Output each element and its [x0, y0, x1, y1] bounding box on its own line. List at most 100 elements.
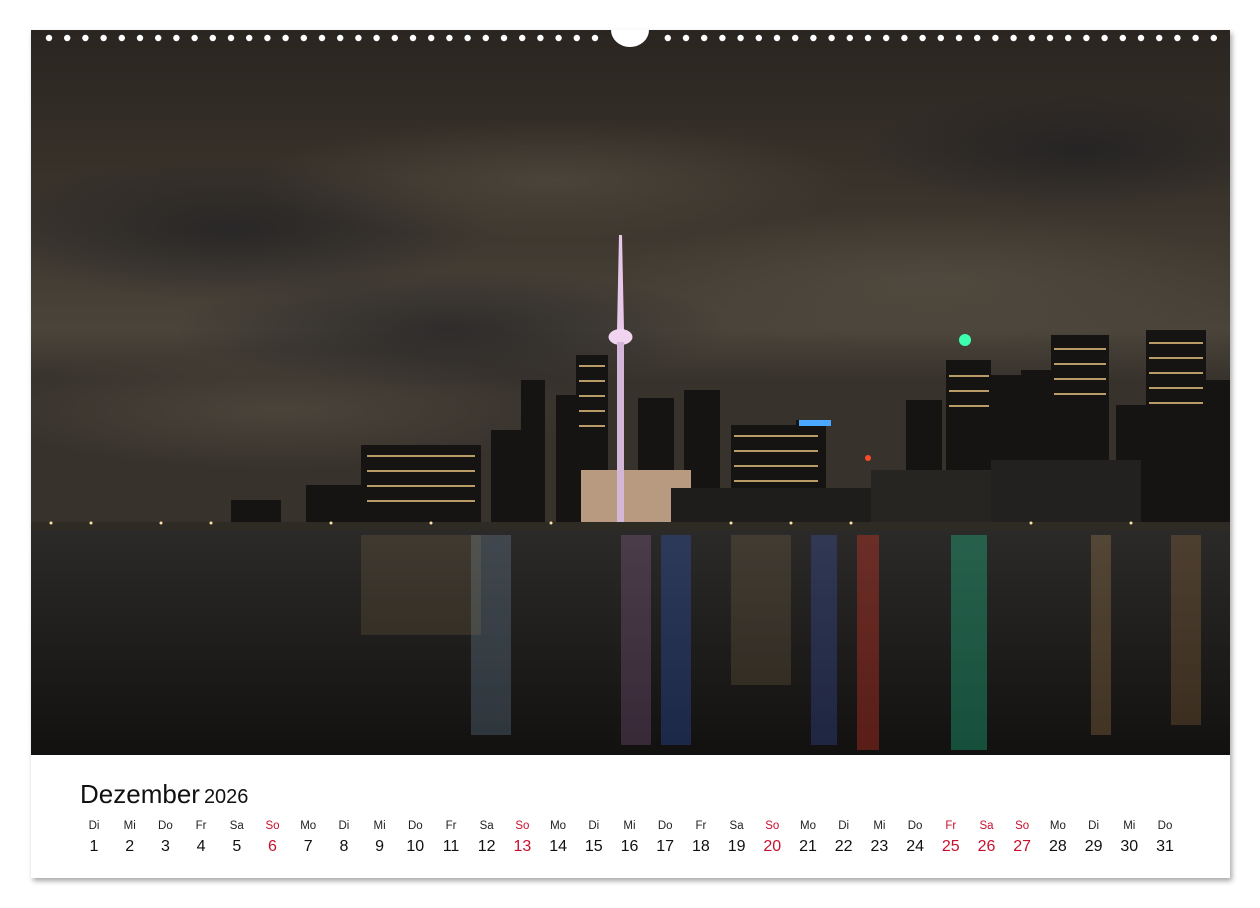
month-name: Dezember: [80, 779, 200, 809]
binding-hole: [1065, 34, 1072, 42]
binding-hole: [482, 34, 489, 42]
day-number: 27: [1013, 838, 1032, 855]
binding-hole: [100, 34, 107, 42]
day-number: 31: [1156, 838, 1174, 855]
spiral-binding: [45, 30, 1218, 47]
binding-hole: [919, 34, 926, 42]
weekday-label: Do: [158, 820, 173, 832]
day-cell: So 20: [754, 817, 790, 859]
binding-hole: [992, 34, 999, 42]
weekday-label: Do: [907, 820, 923, 832]
weekday-label: So: [515, 820, 530, 832]
day-number: 5: [232, 838, 242, 855]
weekday-label: Mo: [300, 820, 317, 832]
binding-hole: [519, 34, 526, 42]
binding-hole: [682, 34, 690, 42]
binding-hole: [719, 34, 726, 42]
day-cell: Di 8: [326, 817, 362, 859]
binding-hole: [1101, 34, 1108, 42]
binding-hole: [355, 34, 362, 42]
weekday-label: Di: [588, 820, 600, 832]
binding-hole: [792, 34, 799, 42]
weekday-label: Mi: [373, 820, 386, 832]
weekday-label: Di: [1088, 820, 1100, 832]
day-number: 3: [160, 838, 170, 855]
weekday-label: Fr: [445, 820, 457, 832]
binding-hole: [773, 34, 781, 42]
binding-hole: [446, 34, 453, 42]
binding-hole: [64, 34, 71, 42]
calendar-grid: Dezember 2026 Di 1 Mi 2 Do 3 Fr 4 Sa 5 So 6 Mo 7 Di 8 Mi 9…: [31, 755, 1230, 878]
weekday-label: Sa: [229, 820, 244, 832]
binding-hole: [373, 34, 380, 42]
weekday-label: Do: [407, 820, 423, 832]
binding-hole: [264, 34, 271, 42]
day-number: 15: [584, 838, 603, 855]
month-title: Dezember 2026: [80, 779, 248, 810]
day-number: 16: [620, 838, 639, 855]
day-cell: Sa 19: [719, 817, 755, 859]
binding-hole: [864, 34, 872, 42]
binding-hole: [1137, 34, 1145, 42]
city-skyline-photo: [31, 30, 1230, 755]
weekday-label: So: [1015, 820, 1030, 832]
binding-hole: [500, 34, 508, 42]
day-number: 21: [799, 838, 817, 855]
day-cell: Di 15: [576, 817, 612, 859]
binding-hole: [737, 34, 744, 42]
day-number: 20: [763, 838, 782, 855]
binding-hole: [591, 34, 599, 42]
day-cell: Di 1: [76, 817, 112, 859]
day-number: 4: [196, 838, 206, 855]
day-number: 1: [89, 838, 99, 855]
day-cell: So 13: [504, 817, 540, 859]
day-cell: Do 31: [1147, 817, 1183, 859]
day-number: 10: [406, 838, 425, 855]
weekday-label: Mi: [873, 820, 886, 832]
day-cell: Di 29: [1076, 817, 1112, 859]
day-cell: Fr 4: [183, 817, 219, 859]
weekday-label: Fr: [945, 820, 957, 832]
binding-hole: [974, 34, 981, 42]
binding-hole: [409, 34, 417, 42]
weekday-label: Fr: [695, 820, 707, 832]
weekday-label: Di: [88, 820, 100, 832]
day-cell: Do 24: [897, 817, 933, 859]
binding-hole: [300, 34, 307, 42]
binding-hole: [664, 34, 671, 42]
day-number: 9: [375, 838, 385, 855]
binding-hole: [173, 34, 180, 42]
binding-hole: [1156, 34, 1163, 42]
day-cell: Mi 2: [112, 817, 148, 859]
day-number: 30: [1120, 838, 1139, 855]
weekday-label: Mo: [1049, 820, 1066, 832]
binding-hole: [1174, 34, 1181, 42]
binding-hole: [191, 34, 198, 42]
weekday-label: Mi: [1123, 820, 1136, 832]
day-number: 6: [268, 838, 277, 855]
binding-hole: [1010, 34, 1017, 42]
weekday-label: So: [765, 820, 780, 832]
day-cell: Mi 9: [362, 817, 398, 859]
weekday-label: Sa: [479, 820, 494, 832]
day-cell: Sa 5: [219, 817, 255, 859]
binding-hole: [828, 34, 835, 42]
skyline-illustration: [31, 30, 1230, 755]
weekday-label: So: [265, 820, 280, 832]
weekday-label: Mi: [123, 820, 136, 832]
day-number: 13: [513, 838, 532, 855]
day-number: 25: [941, 838, 960, 855]
day-cell: Sa 26: [969, 817, 1005, 859]
binding-hole: [428, 34, 435, 42]
day-cell: Mo 21: [790, 817, 826, 859]
day-cell: Do 17: [647, 817, 683, 859]
binding-hole: [755, 34, 762, 42]
binding-hole: [701, 34, 708, 42]
binding-hole: [227, 34, 235, 42]
day-cell: Di 22: [826, 817, 862, 859]
binding-hole: [82, 34, 89, 42]
binding-hole: [318, 34, 326, 42]
day-cell: Mi 23: [861, 817, 897, 859]
binding-hole: [883, 34, 890, 42]
day-number: 24: [906, 838, 924, 855]
